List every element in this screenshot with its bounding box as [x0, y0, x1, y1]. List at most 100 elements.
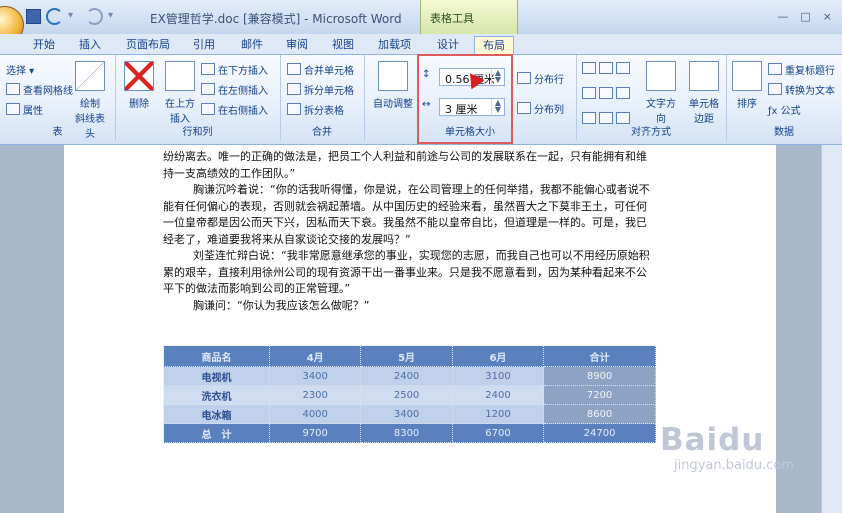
qat-separator: ▾: [68, 10, 74, 21]
merge-cells-icon: [287, 63, 301, 75]
close-icon[interactable]: ×: [823, 10, 832, 23]
tab-layout[interactable]: 布局: [474, 36, 514, 55]
split-table-icon: [287, 103, 301, 115]
header-total[interactable]: 合计: [543, 345, 656, 367]
undo-icon[interactable]: [46, 8, 63, 25]
group-title-table: 表: [52, 127, 63, 138]
header-may[interactable]: 5月: [360, 345, 453, 367]
baidu-watermark: Baidu jingyan.baidu.com: [660, 422, 794, 473]
cell-margins-button[interactable]: 单元格 边距: [685, 61, 723, 125]
header-june[interactable]: 6月: [451, 345, 545, 367]
text-direction-button[interactable]: 文字方向: [642, 61, 680, 125]
table-cell[interactable]: 3400: [268, 366, 362, 386]
convert-to-text-button[interactable]: 转换为文本: [768, 82, 835, 97]
insert-above-button[interactable]: 在上方 插入: [163, 61, 197, 125]
tab-home[interactable]: 开始: [33, 36, 55, 54]
properties-icon: [6, 103, 20, 115]
header-april[interactable]: 4月: [268, 345, 362, 367]
distribute-rows-icon: [517, 72, 531, 84]
insert-left-button[interactable]: 在左侧插入: [201, 82, 268, 97]
tab-page-layout[interactable]: 页面布局: [126, 36, 170, 54]
window-title: EX管理哲学.doc [兼容模式] - Microsoft Word: [150, 12, 402, 26]
insert-right-button[interactable]: 在右侧插入: [201, 102, 268, 117]
tab-review[interactable]: 审阅: [286, 36, 308, 54]
tab-design[interactable]: 设计: [437, 36, 459, 54]
distribute-rows-button[interactable]: 分布行: [517, 71, 564, 86]
table-cell[interactable]: 2400: [360, 366, 453, 386]
paragraph-4: 胸谦问：“你认为我应该怎么做呢？”: [193, 298, 370, 312]
quick-access-toolbar: ▾ ▾: [26, 8, 121, 25]
table-cell[interactable]: 8900: [543, 366, 656, 386]
group-alignment: 文字方向 单元格 边距 对齐方式: [576, 55, 727, 141]
table-cell[interactable]: 1200: [451, 404, 545, 424]
align-top-right-icon[interactable]: [616, 62, 630, 74]
align-bottom-right-icon[interactable]: [616, 112, 630, 124]
table-row[interactable]: 洗衣机 2300 2500 2400 7200: [163, 385, 656, 405]
qat-dropdown-icon[interactable]: ▾: [108, 10, 121, 23]
table-cell[interactable]: 电视机: [163, 366, 270, 386]
vertical-scrollbar[interactable]: [821, 145, 842, 513]
sort-button[interactable]: 排序: [732, 61, 762, 110]
table-cell[interactable]: 2500: [360, 385, 453, 405]
sales-table[interactable]: 商品名 4月 5月 6月 合计 电视机 3400 2400 3100 8900 …: [163, 345, 656, 443]
align-middle-left-icon[interactable]: [582, 87, 596, 99]
table-cell[interactable]: 7200: [543, 385, 656, 405]
split-table-button[interactable]: 拆分表格: [287, 102, 344, 117]
restore-icon[interactable]: □: [800, 10, 810, 23]
table-cell[interactable]: 洗衣机: [163, 385, 270, 405]
table-cell[interactable]: 8600: [543, 404, 656, 424]
table-cell[interactable]: 2400: [451, 385, 545, 405]
table-cell[interactable]: 2300: [268, 385, 362, 405]
table-cell[interactable]: 电冰箱: [163, 404, 270, 424]
redo-icon[interactable]: [86, 8, 103, 25]
table-row[interactable]: 电冰箱 4000 3400 1200 8600: [163, 404, 656, 424]
cell-size-highlight: [417, 54, 513, 144]
table-row[interactable]: 电视机 3400 2400 3100 8900: [163, 366, 656, 386]
align-bottom-left-icon[interactable]: [582, 112, 596, 124]
delete-button[interactable]: 删除: [123, 61, 155, 110]
table-cell[interactable]: 6700: [451, 423, 545, 443]
paragraph-2: 胸谦沉吟着说：“你的话我听得懂，你是说，在公司管理上的任何举措，我都不能偏心或者…: [163, 183, 650, 246]
autofit-button[interactable]: 自动调整: [372, 61, 414, 110]
autofit-icon: [378, 61, 408, 91]
table-cell[interactable]: 总 计: [163, 423, 270, 443]
save-icon[interactable]: [26, 9, 41, 24]
tab-view[interactable]: 视图: [332, 36, 354, 54]
align-top-left-icon[interactable]: [582, 62, 596, 74]
convert-to-text-icon: [768, 83, 782, 95]
properties-button[interactable]: 属性: [6, 102, 43, 117]
repeat-header-rows-button[interactable]: 重复标题行: [768, 62, 835, 77]
table-total-row[interactable]: 总 计 9700 8300 6700 24700: [163, 423, 656, 443]
table-cell[interactable]: 3400: [360, 404, 453, 424]
tab-addins[interactable]: 加载项: [378, 36, 411, 54]
table-cell[interactable]: 4000: [268, 404, 362, 424]
table-tools-label: 表格工具: [430, 12, 474, 25]
align-bottom-center-icon[interactable]: [599, 112, 613, 124]
alignment-grid[interactable]: [582, 62, 633, 126]
table-cell[interactable]: 8300: [360, 423, 453, 443]
sales-table-grid[interactable]: 商品名 4月 5月 6月 合计 电视机 3400 2400 3100 8900 …: [163, 345, 656, 443]
merge-cells-button[interactable]: 合并单元格: [287, 62, 354, 77]
gridlines-button[interactable]: 查看网格线: [6, 82, 73, 97]
table-cell[interactable]: 3100: [451, 366, 545, 386]
table-cell[interactable]: 24700: [543, 423, 656, 443]
table-cell[interactable]: 9700: [268, 423, 362, 443]
group-table: 选择 ▾ 查看网格线 属性 绘制 斜线表头 表: [0, 55, 116, 141]
tab-mailings[interactable]: 邮件: [241, 36, 263, 54]
header-product[interactable]: 商品名: [163, 345, 270, 367]
select-button[interactable]: 选择 ▾: [6, 62, 34, 77]
delete-icon: [124, 61, 154, 91]
tab-insert[interactable]: 插入: [79, 36, 101, 54]
distribute-columns-button[interactable]: 分布列: [517, 101, 564, 116]
group-title-rows-columns: 行和列: [182, 127, 213, 138]
align-top-center-icon[interactable]: [599, 62, 613, 74]
align-middle-center-icon[interactable]: [599, 87, 613, 99]
paragraph-3: 刘荃连忙辩白说：“我非常愿意继承您的事业，实现您的志愿，而我自己也可以不用经历原…: [163, 249, 650, 295]
insert-below-button[interactable]: 在下方插入: [201, 62, 268, 77]
minimize-icon[interactable]: —: [777, 10, 788, 23]
tab-references[interactable]: 引用: [193, 36, 215, 54]
distribute-columns-icon: [517, 102, 531, 114]
align-middle-right-icon[interactable]: [616, 87, 630, 99]
split-cells-button[interactable]: 拆分单元格: [287, 82, 354, 97]
formula-button[interactable]: ƒx 公式: [768, 102, 801, 117]
